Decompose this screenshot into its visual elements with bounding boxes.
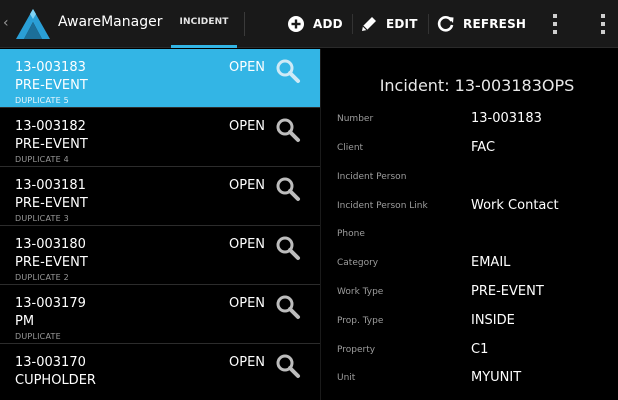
field-value: EMAIL: [471, 255, 511, 270]
field-label: Unit: [337, 373, 356, 383]
incident-list[interactable]: 13-003183 PRE-EVENT DUPLICATE 5 OPEN 13-…: [0, 49, 320, 400]
magnifier-icon[interactable]: [275, 235, 301, 261]
refresh-icon: [437, 16, 454, 32]
overflow-menu-icon[interactable]: [598, 12, 608, 36]
field-row-prop-type: Prop. Type INSIDE: [321, 313, 618, 341]
field-value: MYUNIT: [471, 370, 522, 385]
magnifier-icon[interactable]: [275, 176, 301, 202]
field-value: C1: [471, 342, 489, 357]
add-button-label: ADD: [313, 17, 343, 31]
field-label: Work Type: [337, 287, 384, 297]
incident-status: OPEN: [229, 296, 266, 311]
edit-button-label: EDIT: [386, 17, 418, 31]
incident-duplicate: DUPLICATE 3: [15, 214, 69, 223]
field-row-work-type: Work Type PRE-EVENT: [321, 284, 618, 312]
incident-number: 13-003183: [15, 60, 86, 75]
list-item[interactable]: 13-003170 CUPHOLDER OPEN: [0, 344, 320, 400]
refresh-button[interactable]: REFRESH: [437, 0, 526, 48]
incident-number: 13-003170: [15, 355, 86, 370]
incident-event: CUPHOLDER: [15, 373, 96, 388]
field-value: INSIDE: [471, 313, 515, 328]
incident-status: OPEN: [229, 355, 266, 370]
field-value: PRE-EVENT: [471, 284, 544, 299]
tab-divider: [244, 12, 245, 36]
refresh-button-label: REFRESH: [463, 17, 527, 31]
add-button[interactable]: ADD: [287, 0, 343, 48]
tab-incident[interactable]: INCIDENT: [171, 0, 237, 48]
field-row-number: Number 13-003183: [321, 111, 618, 139]
incident-event: PM: [15, 314, 35, 329]
field-label: Incident Person Link: [337, 201, 428, 211]
incident-number: 13-003179: [15, 296, 86, 311]
field-row-incident-person: Incident Person: [321, 169, 618, 197]
field-label: Number: [337, 114, 374, 124]
incident-number: 13-003181: [15, 178, 86, 193]
list-item[interactable]: 13-003181 PRE-EVENT DUPLICATE 3 OPEN: [0, 167, 320, 226]
incident-duplicate: DUPLICATE 5: [15, 96, 69, 105]
add-circle-icon: [288, 16, 304, 32]
field-row-property: Property C1: [321, 342, 618, 370]
list-item[interactable]: 13-003179 PM DUPLICATE OPEN: [0, 285, 320, 344]
action-separator: [428, 14, 429, 34]
action-bar: ‹ AwareManager INCIDENT ADD EDIT REFRESH: [0, 0, 618, 48]
incident-event: PRE-EVENT: [15, 78, 88, 93]
incident-status: OPEN: [229, 178, 266, 193]
field-label: Client: [337, 143, 364, 153]
field-row-client: Client FAC: [321, 140, 618, 168]
incident-event: PRE-EVENT: [15, 255, 88, 270]
list-item[interactable]: 13-003182 PRE-EVENT DUPLICATE 4 OPEN: [0, 108, 320, 167]
incident-duplicate: DUPLICATE 4: [15, 155, 69, 164]
field-row-incident-person-link: Incident Person Link Work Contact: [321, 198, 618, 226]
incident-event: PRE-EVENT: [15, 137, 88, 152]
field-value: 13-003183: [471, 111, 542, 126]
incident-event: PRE-EVENT: [15, 196, 88, 211]
incident-status: OPEN: [229, 237, 266, 252]
app-title: AwareManager: [58, 14, 163, 30]
list-item[interactable]: 13-003180 PRE-EVENT DUPLICATE 2 OPEN: [0, 226, 320, 285]
tab-incident-label: INCIDENT: [179, 17, 229, 27]
field-label: Incident Person: [337, 172, 407, 182]
list-item[interactable]: 13-003183 PRE-EVENT DUPLICATE 5 OPEN: [0, 49, 320, 108]
magnifier-icon[interactable]: [275, 294, 301, 320]
detail-title: Incident: 13-003183OPS: [379, 76, 575, 95]
edit-button[interactable]: EDIT: [360, 0, 418, 48]
incident-number: 13-003180: [15, 237, 86, 252]
action-separator: [352, 14, 353, 34]
incident-status: OPEN: [229, 60, 266, 75]
magnifier-icon[interactable]: [275, 353, 301, 379]
magnifier-icon[interactable]: [275, 117, 301, 143]
incident-status: OPEN: [229, 119, 266, 134]
field-row-unit: Unit MYUNIT: [321, 370, 618, 398]
up-chevron-icon[interactable]: ‹: [3, 15, 9, 31]
field-label: Phone: [337, 229, 365, 239]
field-value[interactable]: Work Contact: [471, 198, 559, 213]
overflow-menu-icon[interactable]: [550, 12, 560, 36]
app-logo-icon[interactable]: [14, 7, 52, 41]
incident-duplicate: DUPLICATE: [15, 332, 61, 341]
field-label: Property: [337, 345, 376, 355]
incident-duplicate: DUPLICATE 2: [15, 273, 69, 282]
pencil-icon: [362, 17, 376, 31]
field-label: Category: [337, 258, 379, 268]
field-value: FAC: [471, 140, 496, 155]
field-row-category: Category EMAIL: [321, 255, 618, 283]
field-label: Prop. Type: [337, 316, 384, 326]
incident-number: 13-003182: [15, 119, 86, 134]
field-row-phone: Phone: [321, 226, 618, 254]
tab-selected-indicator: [171, 45, 237, 48]
magnifier-icon[interactable]: [275, 58, 301, 84]
incident-detail-panel: Incident: 13-003183OPS Number 13-003183 …: [320, 49, 618, 400]
